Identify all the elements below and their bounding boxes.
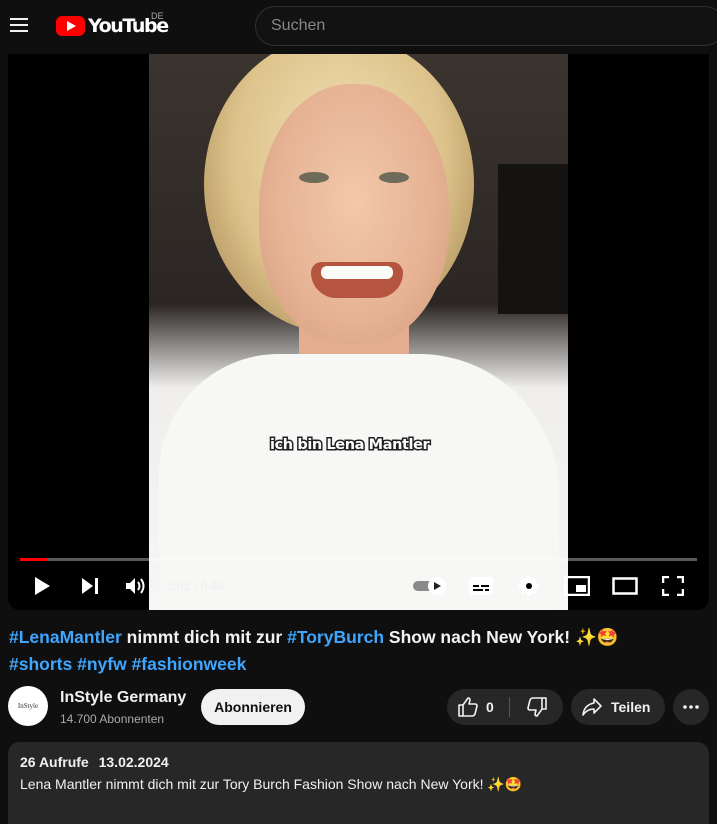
channel-name[interactable]: InStyle Germany	[60, 689, 186, 707]
volume-icon	[126, 578, 145, 594]
description-box[interactable]: 26 Aufrufe 13.02.2024 Lena Mantler nimmt…	[8, 742, 709, 824]
dislike-button[interactable]	[510, 689, 563, 725]
subscriber-count: 14.700 Abonnenten	[60, 712, 165, 726]
time-display: 0:01 / 0:40	[167, 579, 224, 593]
title-hashtag-lenamantler[interactable]: #LenaMantler	[9, 627, 122, 647]
thumbs-up-icon	[458, 697, 478, 717]
hashtag-fashionweek[interactable]: #fashionweek	[132, 654, 247, 674]
next-icon	[82, 578, 98, 594]
upload-date: 13.02.2024	[98, 754, 169, 770]
more-horizontal-icon	[683, 705, 699, 709]
country-code: DE	[151, 11, 164, 21]
progress-bar[interactable]	[20, 558, 697, 561]
search-input[interactable]	[255, 6, 717, 46]
video-frame[interactable]	[149, 54, 568, 610]
play-icon	[35, 577, 50, 595]
hashtag-shorts[interactable]: #shorts	[9, 654, 72, 674]
fullscreen-button[interactable]	[658, 572, 688, 600]
settings-button[interactable]	[515, 572, 543, 600]
subscribe-button[interactable]: Abonnieren	[201, 689, 305, 725]
video-background	[498, 164, 568, 314]
play-button[interactable]	[30, 572, 54, 600]
caption-text: ich bin Lena Mantler	[268, 436, 431, 455]
view-count: 26 Aufrufe	[20, 754, 89, 770]
duration: 0:40	[200, 579, 224, 593]
youtube-logo[interactable]: YouTube DE	[56, 11, 169, 38]
description-meta: 26 Aufrufe 13.02.2024	[20, 754, 697, 770]
video-player[interactable]: ich bin Lena Mantler 0:01 / 0:40	[8, 54, 709, 610]
share-label: Teilen	[611, 699, 651, 715]
more-actions-button[interactable]	[673, 689, 709, 725]
theater-mode-icon	[612, 577, 638, 595]
video-subject-mouth	[311, 262, 403, 298]
like-count: 0	[486, 699, 494, 715]
miniplayer-icon	[564, 576, 590, 596]
title-hashtag-toryburch[interactable]: #ToryBurch	[287, 627, 384, 647]
progress-bar-played	[20, 558, 48, 561]
autoplay-toggle-icon	[413, 577, 446, 595]
menu-icon[interactable]	[9, 14, 31, 36]
like-button[interactable]: 0	[447, 689, 509, 725]
miniplayer-button[interactable]	[562, 572, 592, 600]
avatar-text: InStyle	[17, 702, 39, 710]
theater-mode-button[interactable]	[610, 572, 640, 600]
hashtag-nyfw[interactable]: #nyfw	[77, 654, 127, 674]
title-text: Show nach New York! ✨🤩	[384, 627, 619, 647]
video-subject-eye	[379, 172, 409, 183]
video-subject-shirt	[159, 354, 559, 610]
share-button[interactable]: Teilen	[571, 689, 665, 725]
video-title: #LenaMantler nimmt dich mit zur #ToryBur…	[9, 624, 709, 678]
fullscreen-icon	[662, 576, 684, 596]
description-text: Lena Mantler nimmt dich mit zur Tory Bur…	[20, 776, 523, 792]
channel-avatar[interactable]: InStyle	[8, 686, 48, 726]
mute-button[interactable]	[124, 572, 150, 600]
like-dislike-group: 0	[447, 689, 563, 725]
settings-gear-icon	[519, 576, 539, 596]
thumbs-down-icon	[526, 697, 547, 717]
next-button[interactable]	[78, 572, 102, 600]
title-text: nimmt dich mit zur	[121, 627, 288, 647]
share-icon	[582, 698, 602, 716]
subtitles-button[interactable]	[467, 572, 495, 600]
video-subject-face	[259, 84, 449, 344]
current-time: 0:01	[167, 579, 191, 593]
subtitles-icon	[469, 577, 493, 595]
autoplay-toggle[interactable]	[412, 572, 450, 600]
time-separator: /	[193, 579, 198, 593]
masthead: YouTube DE	[0, 0, 717, 54]
youtube-play-logo-icon	[56, 16, 85, 36]
video-subject-eye	[299, 172, 329, 183]
